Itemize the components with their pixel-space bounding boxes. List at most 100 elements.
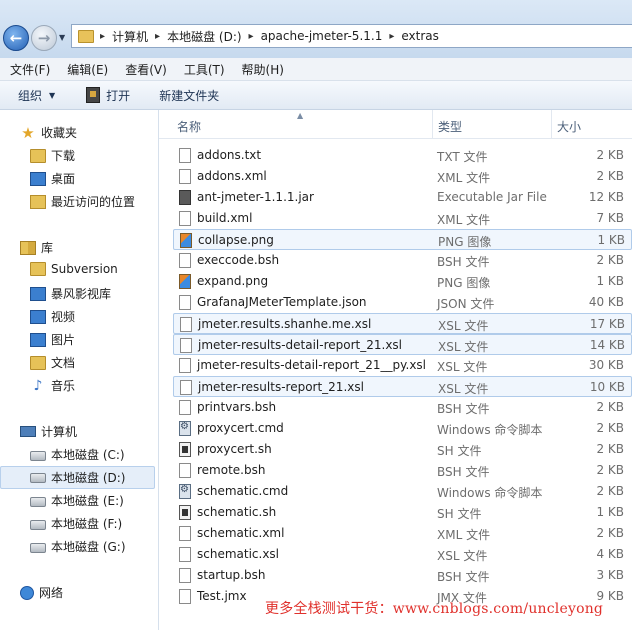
menu-file[interactable]: 文件(F) bbox=[0, 61, 57, 78]
shell-file-icon bbox=[179, 442, 191, 457]
file-size: 7 KB bbox=[596, 211, 624, 225]
sidebar-item-label: 文档 bbox=[51, 356, 76, 370]
text-file-icon bbox=[179, 463, 191, 478]
file-row[interactable]: proxycert.cmd Windows 命令脚本 2 KB bbox=[173, 418, 632, 439]
drive-icon bbox=[30, 451, 46, 461]
back-button[interactable]: ← bbox=[3, 25, 29, 51]
file-row[interactable]: expand.png PNG 图像 1 KB bbox=[173, 271, 632, 292]
file-row[interactable]: jmeter-results-report_21.xsl XSL 文件 10 KB bbox=[173, 376, 632, 397]
open-button[interactable]: 打开 bbox=[86, 87, 130, 104]
file-name: proxycert.cmd bbox=[197, 421, 284, 435]
file-row[interactable]: jmeter-results-detail-report_21__py.xsl X… bbox=[173, 355, 632, 376]
file-row[interactable]: schematic.xml XML 文件 2 KB bbox=[173, 523, 632, 544]
file-row[interactable]: proxycert.sh SH 文件 2 KB bbox=[173, 439, 632, 460]
sidebar-item-subversion[interactable]: Subversion bbox=[30, 262, 118, 276]
text-file-icon bbox=[179, 211, 191, 226]
sidebar-computer[interactable]: 计算机 bbox=[20, 423, 77, 440]
forward-button[interactable]: → bbox=[31, 25, 57, 51]
breadcrumb-separator-icon[interactable]: ▸ bbox=[389, 31, 394, 42]
drive-icon bbox=[30, 472, 46, 483]
column-header-size[interactable]: 大小 bbox=[557, 118, 581, 135]
sidebar-item-drive-e[interactable]: 本地磁盘 (E:) bbox=[30, 492, 124, 509]
videos-icon bbox=[30, 309, 46, 324]
file-row[interactable]: remote.bsh BSH 文件 2 KB bbox=[173, 460, 632, 481]
title-bar: ← → ▼ ▸ 计算机 ▸ 本地磁盘 (D:) ▸ apache-jmeter-… bbox=[0, 0, 632, 58]
sidebar-item-label: 暴风影视库 bbox=[51, 287, 112, 301]
sidebar-item-label: 本地磁盘 (E:) bbox=[51, 494, 124, 508]
recent-places-icon bbox=[30, 194, 46, 209]
sidebar-item-drive-g[interactable]: 本地磁盘 (G:) bbox=[30, 538, 126, 555]
navigation-pane: ★ 收藏夹 下载 桌面 最近访问的位置 库 Subversion 暴风影视库 视… bbox=[0, 110, 159, 630]
sidebar-item-label: 本地磁盘 (G:) bbox=[51, 540, 126, 554]
sidebar-computer-label: 计算机 bbox=[41, 425, 78, 439]
sidebar-item-pictures[interactable]: 图片 bbox=[30, 331, 75, 348]
breadcrumb-drive-d[interactable]: 本地磁盘 (D:) bbox=[167, 28, 241, 45]
file-name: schematic.sh bbox=[197, 505, 277, 519]
breadcrumb-separator-icon[interactable]: ▸ bbox=[100, 31, 105, 42]
file-row[interactable]: schematic.cmd Windows 命令脚本 2 KB bbox=[173, 481, 632, 502]
sidebar-network[interactable]: 网络 bbox=[20, 584, 63, 601]
column-divider[interactable] bbox=[551, 110, 552, 138]
drive-icon bbox=[30, 520, 46, 530]
documents-icon bbox=[30, 355, 46, 370]
menu-edit[interactable]: 编辑(E) bbox=[57, 61, 115, 78]
file-size: 2 KB bbox=[596, 253, 624, 267]
file-row[interactable]: jmeter-results-detail-report_21.xsl XSL 文… bbox=[173, 334, 632, 355]
sidebar-item-music[interactable]: ♪ 音乐 bbox=[30, 377, 75, 394]
file-type: XML 文件 bbox=[437, 528, 491, 542]
file-row[interactable]: collapse.png PNG 图像 1 KB bbox=[173, 229, 632, 250]
file-name: jmeter-results-detail-report_21__py.xsl bbox=[197, 358, 427, 372]
breadcrumb-jmeter[interactable]: apache-jmeter-5.1.1 bbox=[261, 29, 383, 43]
sidebar-item-label: 视频 bbox=[51, 310, 76, 324]
breadcrumb-extras[interactable]: extras bbox=[401, 29, 439, 43]
file-row[interactable]: addons.xml XML 文件 2 KB bbox=[173, 166, 632, 187]
menu-tools[interactable]: 工具(T) bbox=[174, 61, 232, 78]
sidebar-item-label: Subversion bbox=[51, 262, 118, 276]
sidebar-item-documents[interactable]: 文档 bbox=[30, 354, 75, 371]
file-row[interactable]: startup.bsh BSH 文件 3 KB bbox=[173, 565, 632, 586]
sidebar-favorites-label: 收藏夹 bbox=[41, 126, 78, 140]
music-icon: ♪ bbox=[33, 377, 43, 394]
sidebar-item-baofeng-library[interactable]: 暴风影视库 bbox=[30, 285, 111, 302]
column-header-type[interactable]: 类型 bbox=[438, 118, 462, 135]
file-size: 2 KB bbox=[596, 526, 624, 540]
breadcrumb-separator-icon[interactable]: ▸ bbox=[249, 31, 254, 42]
menu-view[interactable]: 查看(V) bbox=[115, 61, 174, 78]
file-type: XML 文件 bbox=[437, 213, 491, 227]
cmd-file-icon bbox=[179, 421, 191, 436]
file-row[interactable]: build.xml XML 文件 7 KB bbox=[173, 208, 632, 229]
column-header-name[interactable]: 名称 bbox=[177, 118, 201, 135]
file-row[interactable]: execcode.bsh BSH 文件 2 KB bbox=[173, 250, 632, 271]
sidebar-item-drive-c[interactable]: 本地磁盘 (C:) bbox=[30, 446, 125, 463]
sidebar-item-drive-d[interactable]: 本地磁盘 (D:) bbox=[0, 466, 155, 489]
file-type: PNG 图像 bbox=[438, 235, 492, 249]
breadcrumb-computer[interactable]: 计算机 bbox=[112, 28, 148, 45]
new-folder-button[interactable]: 新建文件夹 bbox=[159, 87, 219, 104]
column-divider[interactable] bbox=[432, 110, 433, 138]
breadcrumb-separator-icon[interactable]: ▸ bbox=[155, 31, 160, 42]
sidebar-item-recent-places[interactable]: 最近访问的位置 bbox=[30, 193, 135, 210]
folder-icon bbox=[78, 29, 94, 43]
file-row[interactable]: jmeter.results.shanhe.me.xsl XSL 文件 17 KB bbox=[173, 313, 632, 334]
sidebar-item-downloads[interactable]: 下载 bbox=[30, 147, 75, 164]
sidebar-item-drive-f[interactable]: 本地磁盘 (F:) bbox=[30, 515, 122, 532]
file-type: SH 文件 bbox=[437, 507, 482, 521]
address-bar[interactable]: ▸ 计算机 ▸ 本地磁盘 (D:) ▸ apache-jmeter-5.1.1 … bbox=[71, 24, 632, 48]
menu-help[interactable]: 帮助(H) bbox=[232, 61, 291, 78]
file-row[interactable]: schematic.xsl XSL 文件 4 KB bbox=[173, 544, 632, 565]
file-size: 2 KB bbox=[596, 421, 624, 435]
sidebar-item-desktop[interactable]: 桌面 bbox=[30, 170, 75, 187]
file-row[interactable]: addons.txt TXT 文件 2 KB bbox=[173, 145, 632, 166]
recent-pages-dropdown[interactable]: ▼ bbox=[59, 33, 65, 42]
sidebar-favorites[interactable]: ★ 收藏夹 bbox=[20, 124, 77, 141]
file-name: schematic.cmd bbox=[197, 484, 289, 498]
sidebar-item-videos[interactable]: 视频 bbox=[30, 308, 75, 325]
file-row[interactable]: schematic.sh SH 文件 1 KB bbox=[173, 502, 632, 523]
sidebar-libraries[interactable]: 库 bbox=[20, 239, 53, 256]
file-row[interactable]: GrafanaJMeterTemplate.json JSON 文件 40 KB bbox=[173, 292, 632, 313]
file-row[interactable]: printvars.bsh BSH 文件 2 KB bbox=[173, 397, 632, 418]
sidebar-item-label: 本地磁盘 (C:) bbox=[51, 448, 125, 462]
file-row[interactable]: ant-jmeter-1.1.1.jar Executable Jar File 1… bbox=[173, 187, 632, 208]
column-header-row: ▲ 名称 类型 大小 bbox=[159, 110, 632, 139]
organize-button[interactable]: 组织 ▼ bbox=[18, 87, 55, 104]
